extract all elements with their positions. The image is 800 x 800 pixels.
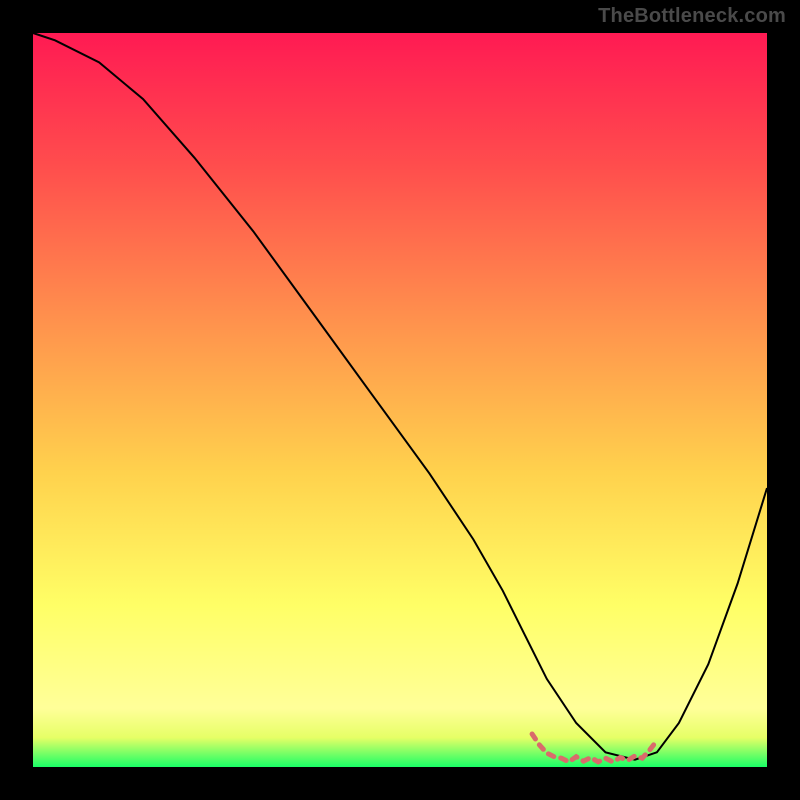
watermark-text: TheBottleneck.com bbox=[598, 6, 786, 26]
bottleneck-chart bbox=[0, 0, 800, 800]
chart-container: { "watermark": "TheBottleneck.com", "cha… bbox=[0, 0, 800, 800]
gradient-background bbox=[33, 33, 767, 767]
